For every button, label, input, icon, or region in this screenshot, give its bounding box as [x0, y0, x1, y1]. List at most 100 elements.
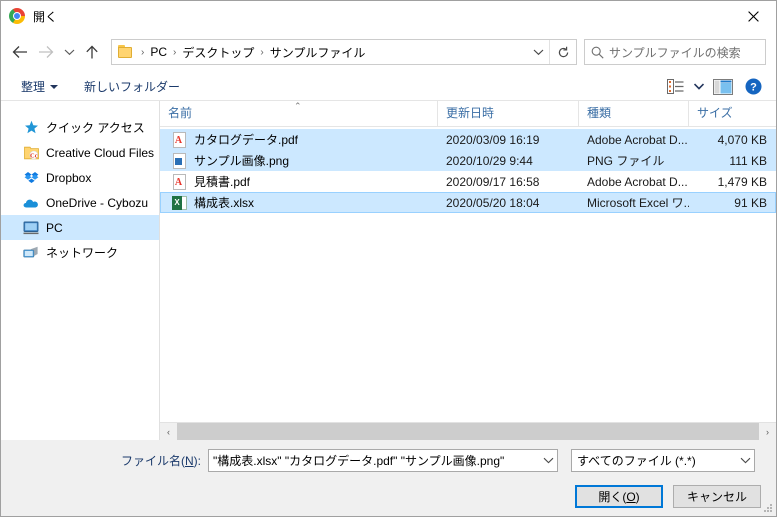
sidebar-item-dropbox[interactable]: Dropbox — [1, 165, 159, 190]
table-row[interactable]: A 見積書.pdf 2020/09/17 16:58 Adobe Acrobat… — [160, 171, 776, 192]
navigation-sidebar: クイック アクセス Cc Creative Cloud Files — [1, 101, 160, 440]
creative-cloud-icon: Cc — [23, 145, 39, 161]
column-header-label: 種類 — [587, 106, 611, 120]
view-options-dropdown-button[interactable] — [690, 75, 708, 99]
address-bar[interactable]: › PC › デスクトップ › サンプルファイル — [111, 39, 577, 65]
view-options-button[interactable] — [660, 75, 690, 99]
breadcrumb-separator: › — [137, 47, 148, 58]
cancel-button[interactable]: キャンセル — [673, 485, 761, 508]
filename-input[interactable]: "構成表.xlsx" "カタログデータ.pdf" "サンプル画像.png" — [208, 449, 558, 472]
network-icon — [23, 245, 39, 261]
sidebar-item-network[interactable]: ネットワーク — [1, 240, 159, 265]
new-folder-button[interactable]: 新しいフォルダー — [78, 75, 186, 98]
file-type-cell: Adobe Acrobat D... — [579, 133, 689, 147]
search-placeholder: サンプルファイルの検索 — [609, 44, 741, 61]
organize-button[interactable]: 整理 — [15, 75, 64, 98]
png-file-icon — [172, 153, 188, 169]
forward-arrow-icon — [38, 45, 54, 59]
window-title: 開く — [33, 8, 57, 25]
command-bar: 整理 新しいフォルダー — [1, 73, 776, 101]
file-name-cell: A カタログデータ.pdf — [161, 131, 438, 148]
file-name-cell: X 構成表.xlsx — [161, 194, 438, 211]
onedrive-icon — [23, 195, 39, 211]
sidebar-item-quick-access[interactable]: クイック アクセス — [1, 115, 159, 140]
file-size-cell: 1,479 KB — [689, 175, 776, 189]
preview-pane-button[interactable] — [708, 75, 738, 99]
up-arrow-icon — [85, 45, 99, 60]
resize-grip[interactable] — [763, 503, 773, 513]
folder-icon — [118, 45, 134, 59]
scroll-left-button[interactable]: ‹ — [160, 423, 177, 440]
scrollbar-track[interactable] — [177, 423, 759, 440]
back-arrow-icon — [12, 45, 28, 59]
scroll-right-button[interactable]: › — [759, 423, 776, 440]
svg-text:Cc: Cc — [30, 152, 38, 159]
chevron-down-icon — [694, 83, 704, 90]
file-modified-cell: 2020/05/20 18:04 — [438, 196, 579, 210]
table-row[interactable]: A カタログデータ.pdf 2020/03/09 16:19 Adobe Acr… — [160, 129, 776, 150]
column-header-type[interactable]: 種類 — [578, 101, 688, 126]
file-type-cell: PNG ファイル — [579, 152, 689, 169]
refresh-button[interactable] — [549, 40, 576, 64]
command-bar-right: ? — [660, 75, 768, 99]
file-size-cell: 91 KB — [689, 196, 776, 210]
sidebar-item-label: OneDrive - Cybozu — [46, 196, 148, 210]
chrome-icon — [9, 8, 25, 24]
filename-label: ファイル名(N): — [121, 452, 201, 469]
breadcrumb-separator: › — [256, 47, 267, 58]
table-row[interactable]: X 構成表.xlsx 2020/05/20 18:04 Microsoft Ex… — [160, 192, 776, 213]
breadcrumb-item-desktop[interactable]: デスクトップ — [180, 44, 256, 61]
table-row[interactable]: サンプル画像.png 2020/10/29 9:44 PNG ファイル 111 … — [160, 150, 776, 171]
file-type-filter-select[interactable]: すべてのファイル (*.*) — [571, 449, 755, 472]
dialog-body: クイック アクセス Cc Creative Cloud Files — [1, 101, 776, 440]
open-file-dialog: 開く — [0, 0, 777, 517]
sidebar-item-pc[interactable]: PC — [1, 215, 159, 240]
file-size-cell: 4,070 KB — [689, 133, 776, 147]
search-box[interactable]: サンプルファイルの検索 — [584, 39, 766, 65]
scrollbar-thumb[interactable] — [177, 423, 759, 440]
column-header-modified[interactable]: 更新日時 — [437, 101, 578, 126]
chevron-down-icon[interactable] — [540, 457, 557, 464]
title-bar: 開く — [1, 1, 776, 31]
column-header-label: 更新日時 — [446, 106, 494, 120]
sidebar-item-onedrive[interactable]: OneDrive - Cybozu — [1, 190, 159, 215]
breadcrumb-item-current[interactable]: サンプルファイル — [268, 44, 368, 61]
column-header-name[interactable]: 名前 ⌃ — [160, 101, 437, 126]
navigation-bar: › PC › デスクトップ › サンプルファイル — [1, 31, 776, 73]
file-name-label: 構成表.xlsx — [194, 194, 254, 211]
sidebar-item-creative-cloud-files[interactable]: Cc Creative Cloud Files — [1, 140, 159, 165]
preview-pane-icon — [713, 79, 733, 95]
file-name-label: カタログデータ.pdf — [194, 131, 298, 148]
file-name-label: サンプル画像.png — [194, 152, 289, 169]
organize-label: 整理 — [21, 78, 45, 95]
dialog-footer: ファイル名(N): "構成表.xlsx" "カタログデータ.pdf" "サンプル… — [1, 440, 776, 516]
address-dropdown-button[interactable] — [527, 40, 549, 64]
new-folder-label: 新しいフォルダー — [84, 78, 180, 95]
open-button[interactable]: 開く(O) — [575, 485, 663, 508]
dropbox-icon — [23, 170, 39, 186]
horizontal-scrollbar[interactable]: ‹ › — [160, 422, 776, 440]
column-header-size[interactable]: サイズ — [688, 101, 777, 126]
close-button[interactable] — [730, 1, 776, 31]
back-button[interactable] — [7, 39, 33, 65]
sidebar-item-label: クイック アクセス — [46, 119, 145, 136]
file-modified-cell: 2020/09/17 16:58 — [438, 175, 579, 189]
sidebar-item-label: Creative Cloud Files — [46, 146, 154, 160]
forward-button[interactable] — [33, 39, 59, 65]
help-button[interactable]: ? — [738, 75, 768, 99]
chevron-down-icon[interactable] — [737, 457, 754, 464]
file-modified-cell: 2020/03/09 16:19 — [438, 133, 579, 147]
file-type-cell: Adobe Acrobat D... — [579, 175, 689, 189]
up-button[interactable] — [79, 39, 105, 65]
file-size-cell: 111 KB — [689, 154, 776, 168]
chevron-down-icon — [533, 48, 544, 56]
view-options-icon — [667, 79, 684, 94]
recent-locations-button[interactable] — [59, 39, 79, 65]
filename-value: "構成表.xlsx" "カタログデータ.pdf" "サンプル画像.png" — [209, 452, 540, 469]
close-icon — [748, 11, 759, 22]
file-name-cell: サンプル画像.png — [161, 152, 438, 169]
file-type-cell: Microsoft Excel ワ... — [579, 194, 689, 211]
breadcrumb-separator: › — [169, 47, 180, 58]
breadcrumb-item-pc[interactable]: PC — [148, 45, 169, 59]
star-icon — [23, 120, 39, 136]
